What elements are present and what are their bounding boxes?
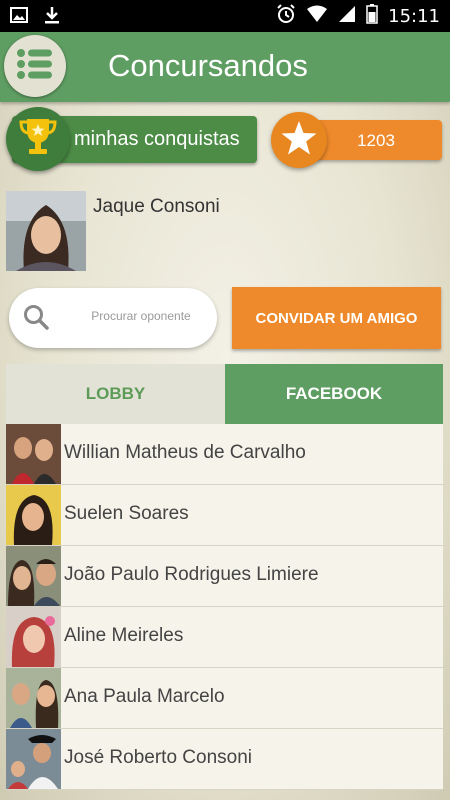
app-title: Concursandos [108,48,308,83]
invite-friend-button[interactable]: CONVIDAR UM AMIGO [232,287,441,349]
tab-bar: LOBBY FACEBOOK [6,364,443,424]
tab-facebook[interactable]: FACEBOOK [225,364,443,424]
menu-button[interactable] [4,35,66,97]
friend-name: Aline Meireles [64,625,184,646]
avatar [6,729,61,789]
tab-lobby[interactable]: LOBBY [6,364,225,424]
avatar[interactable] [6,191,86,271]
score-value: 1203 [357,131,395,150]
trophy-icon [18,116,58,163]
search-input[interactable] [69,308,213,324]
download-icon [44,6,60,29]
list-item[interactable]: Aline Meireles [6,607,443,668]
list-item[interactable]: Suelen Soares [6,485,443,546]
clock: 15:11 [388,6,440,27]
search-box[interactable] [9,288,217,348]
star-badge [271,112,327,168]
signal-icon [338,5,356,28]
achievements-label: minhas conquistas [74,128,240,150]
friend-name: Suelen Soares [64,503,189,524]
friends-list: Willian Matheus de Carvalho Suelen Soare… [6,424,443,790]
friend-name: João Paulo Rodrigues Limiere [64,564,319,585]
list-item[interactable]: Ana Paula Marcelo [6,668,443,729]
list-item[interactable]: João Paulo Rodrigues Limiere [6,546,443,607]
wifi-icon [306,5,328,28]
avatar [6,668,61,728]
friend-name: Ana Paula Marcelo [64,686,225,707]
avatar [6,485,61,545]
list-menu-icon [16,48,54,85]
avatar [6,424,61,484]
image-icon [10,7,28,28]
list-item[interactable]: Willian Matheus de Carvalho [6,424,443,485]
avatar [6,546,61,606]
list-item[interactable]: José Roberto Consoni [6,729,443,790]
friend-name: Willian Matheus de Carvalho [64,442,306,463]
alarm-icon [276,4,296,29]
app-bar: Concursandos [0,32,450,102]
trophy-badge[interactable] [6,107,70,171]
battery-icon [366,4,378,29]
friend-name: José Roberto Consoni [64,747,252,768]
status-bar: 15:11 [0,0,450,32]
avatar [6,607,61,667]
star-icon [280,120,318,161]
search-icon [23,304,49,335]
user-name: Jaque Consoni [93,196,220,217]
